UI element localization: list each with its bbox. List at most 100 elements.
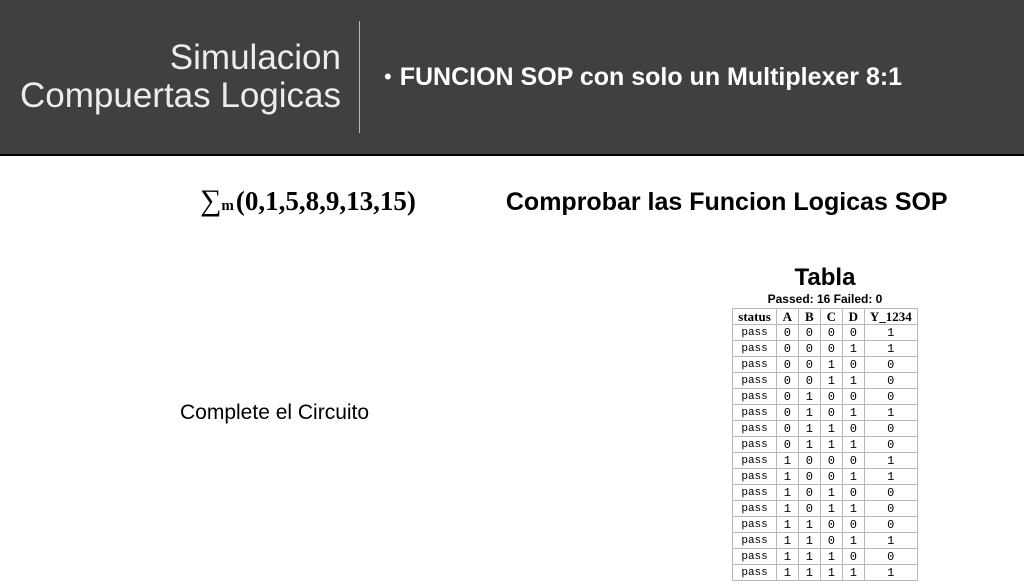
cell-value: 1 [864, 405, 917, 421]
cell-value: 0 [776, 373, 798, 389]
complete-circuit-label: Complete el Circuito [180, 401, 369, 425]
bullet-icon: • [384, 64, 392, 90]
cell-status: pass [733, 341, 777, 357]
cell-value: 1 [776, 485, 798, 501]
cell-value: 1 [776, 565, 798, 581]
cell-value: 0 [842, 421, 864, 437]
cell-value: 1 [864, 469, 917, 485]
cell-value: 1 [798, 517, 820, 533]
formula-row: ∑m(0,1,5,8,9,13,15) Comprobar las Funcio… [0, 184, 1024, 218]
cell-status: pass [733, 517, 777, 533]
cell-value: 0 [820, 453, 842, 469]
cell-value: 0 [776, 341, 798, 357]
cell-value: 1 [842, 501, 864, 517]
table-row: pass01000 [733, 389, 917, 405]
cell-value: 1 [798, 437, 820, 453]
cell-value: 1 [820, 501, 842, 517]
cell-value: 1 [820, 437, 842, 453]
cell-value: 0 [820, 341, 842, 357]
cell-value: 0 [842, 357, 864, 373]
cell-value: 0 [864, 501, 917, 517]
cell-value: 0 [820, 389, 842, 405]
cell-value: 0 [798, 501, 820, 517]
cell-value: 0 [842, 549, 864, 565]
cell-value: 1 [842, 469, 864, 485]
cell-value: 0 [842, 485, 864, 501]
cell-value: 1 [798, 565, 820, 581]
header-title-line2: Compuertas Logicas [20, 77, 341, 116]
sigma-args: (0,1,5,8,9,13,15) [236, 186, 416, 217]
header-subtitle: FUNCION SOP con solo un Multiplexer 8:1 [400, 63, 902, 92]
cell-value: 0 [820, 517, 842, 533]
cell-value: 0 [798, 341, 820, 357]
cell-value: 0 [864, 373, 917, 389]
table-row: pass01100 [733, 421, 917, 437]
sigma-symbol: ∑ [200, 184, 221, 218]
cell-value: 0 [798, 453, 820, 469]
cell-status: pass [733, 405, 777, 421]
cell-value: 1 [776, 501, 798, 517]
table-row: pass11000 [733, 517, 917, 533]
col-header-b: B [798, 309, 820, 325]
cell-value: 0 [842, 389, 864, 405]
cell-value: 0 [798, 469, 820, 485]
slide-header: Simulacion Compuertas Logicas • FUNCION … [0, 0, 1024, 154]
cell-status: pass [733, 501, 777, 517]
cell-status: pass [733, 485, 777, 501]
table-row: pass10110 [733, 501, 917, 517]
cell-value: 1 [776, 469, 798, 485]
table-summary: Passed: 16 Failed: 0 [715, 292, 935, 306]
col-header-a: A [776, 309, 798, 325]
cell-value: 0 [864, 389, 917, 405]
cell-status: pass [733, 421, 777, 437]
table-row: pass01011 [733, 405, 917, 421]
sigma-expression: ∑m(0,1,5,8,9,13,15) [200, 184, 416, 218]
cell-value: 0 [842, 453, 864, 469]
col-header-y: Y_1234 [864, 309, 917, 325]
cell-value: 1 [798, 389, 820, 405]
cell-value: 1 [776, 453, 798, 469]
cell-value: 1 [864, 325, 917, 341]
cell-value: 1 [820, 565, 842, 581]
cell-value: 1 [798, 405, 820, 421]
cell-value: 0 [776, 421, 798, 437]
table-row: pass10100 [733, 485, 917, 501]
cell-value: 1 [776, 533, 798, 549]
cell-value: 1 [842, 533, 864, 549]
cell-value: 0 [842, 325, 864, 341]
table-row: pass00001 [733, 325, 917, 341]
col-header-d: D [842, 309, 864, 325]
truth-table-block: Tabla Passed: 16 Failed: 0 status A B C … [715, 264, 935, 581]
cell-value: 1 [864, 341, 917, 357]
cell-status: pass [733, 373, 777, 389]
cell-status: pass [733, 437, 777, 453]
cell-value: 1 [842, 341, 864, 357]
cell-value: 1 [820, 373, 842, 389]
cell-value: 0 [864, 549, 917, 565]
table-row: pass00011 [733, 341, 917, 357]
cell-status: pass [733, 453, 777, 469]
cell-value: 0 [798, 485, 820, 501]
cell-status: pass [733, 325, 777, 341]
cell-value: 0 [776, 389, 798, 405]
cell-value: 0 [820, 405, 842, 421]
cell-value: 0 [820, 533, 842, 549]
truth-table: status A B C D Y_1234 pass00001pass00011… [732, 308, 917, 581]
table-header-row: status A B C D Y_1234 [733, 309, 917, 325]
cell-value: 1 [820, 549, 842, 565]
table-row: pass10011 [733, 469, 917, 485]
cell-value: 0 [776, 325, 798, 341]
cell-value: 1 [864, 565, 917, 581]
cell-status: pass [733, 389, 777, 405]
table-row: pass11011 [733, 533, 917, 549]
cell-status: pass [733, 357, 777, 373]
cell-status: pass [733, 469, 777, 485]
table-row: pass11111 [733, 565, 917, 581]
col-header-status: status [733, 309, 777, 325]
cell-value: 0 [776, 357, 798, 373]
table-row: pass00110 [733, 373, 917, 389]
cell-value: 0 [864, 421, 917, 437]
cell-value: 1 [776, 517, 798, 533]
cell-value: 0 [820, 469, 842, 485]
cell-value: 0 [798, 325, 820, 341]
